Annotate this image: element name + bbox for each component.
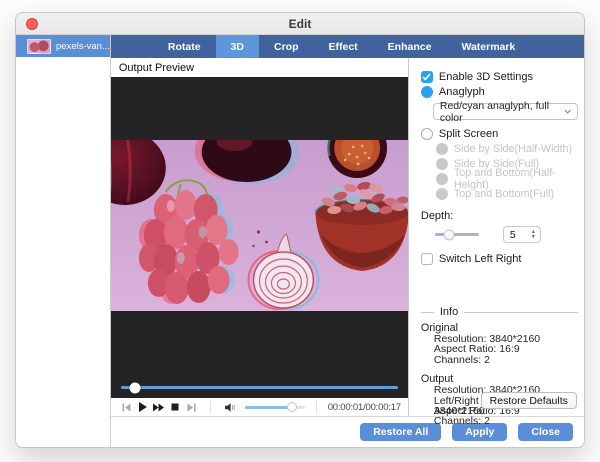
tab-3d[interactable]: 3D xyxy=(216,35,259,58)
anaglyph-radio[interactable] xyxy=(421,86,433,98)
volume-icon[interactable] xyxy=(222,400,238,414)
tab-enhance[interactable]: Enhance xyxy=(373,35,447,58)
settings-panel: Enable 3D Settings Anaglyph Red/cyan ana… xyxy=(409,58,585,416)
top-bottom-half-radio xyxy=(436,173,448,185)
depth-label: Depth: xyxy=(421,209,578,222)
chevron-down-icon xyxy=(564,109,571,114)
anaglyph-label: Anaglyph xyxy=(439,86,485,98)
stop-button[interactable] xyxy=(167,400,183,414)
volume-slider-fill xyxy=(245,406,291,409)
depth-slider[interactable] xyxy=(435,233,479,236)
enable-3d-label: Enable 3D Settings xyxy=(439,71,533,83)
volume-slider[interactable] xyxy=(245,406,304,409)
seek-bar[interactable] xyxy=(121,386,398,389)
depth-value: 5 xyxy=(504,229,527,241)
window-title: Edit xyxy=(289,17,312,31)
split-option-row: Side by Side(Half-Width) xyxy=(436,143,578,155)
anaglyph-mode-value: Red/cyan anaglyph, full color xyxy=(440,100,564,124)
tab-crop[interactable]: Crop xyxy=(259,35,314,58)
depth-slider-row: 5 ▲ ▼ xyxy=(435,226,578,243)
fast-forward-button[interactable] xyxy=(150,400,166,414)
sidebar-item-video[interactable]: pexels-van... xyxy=(16,35,110,57)
depth-slider-thumb[interactable] xyxy=(444,229,455,240)
screen: Edit pexels-van... Rotate 3D Crop Effect… xyxy=(0,0,600,462)
tab-watermark[interactable]: Watermark xyxy=(446,35,530,58)
original-channels: Channels: 2 xyxy=(434,355,578,365)
seek-thumb[interactable] xyxy=(129,382,140,393)
play-button[interactable] xyxy=(134,400,150,414)
split-screen-row: Split Screen xyxy=(421,127,578,140)
side-by-side-full-radio xyxy=(436,158,448,170)
transport-divider xyxy=(210,401,211,414)
file-sidebar: pexels-van... xyxy=(16,35,111,447)
previous-frame-button[interactable] xyxy=(118,400,134,414)
restore-all-button[interactable]: Restore All xyxy=(360,423,441,441)
side-by-side-half-radio xyxy=(436,143,448,155)
split-screen-label: Split Screen xyxy=(439,128,498,140)
transport-bar: 00:00:01/00:00:17 xyxy=(111,398,408,416)
info-title: Info xyxy=(440,306,458,318)
switch-left-right-row: Switch Left Right xyxy=(421,252,578,265)
side-by-side-half-label: Side by Side(Half-Width) xyxy=(454,143,572,155)
top-bottom-full-label: Top and Bottom(Full) xyxy=(454,188,554,200)
tab-bar: Rotate 3D Crop Effect Enhance Watermark xyxy=(111,35,584,58)
tab-effect[interactable]: Effect xyxy=(313,35,372,58)
depth-stepper[interactable]: 5 ▲ ▼ xyxy=(503,226,541,243)
video-viewport xyxy=(111,77,408,398)
volume-slider-thumb[interactable] xyxy=(287,402,297,412)
title-bar: Edit xyxy=(16,13,584,35)
top-bottom-full-radio xyxy=(436,188,448,200)
enable-3d-row: Enable 3D Settings xyxy=(421,70,578,83)
restore-defaults-button[interactable]: Restore Defaults xyxy=(481,392,577,409)
anaglyph-row: Anaglyph xyxy=(421,85,578,98)
video-thumbnail xyxy=(27,39,51,54)
switch-left-right-checkbox[interactable] xyxy=(421,253,433,265)
preview-panel: Output Preview xyxy=(111,58,409,416)
enable-3d-checkbox[interactable] xyxy=(421,71,433,83)
output-channels: Channels: 2 xyxy=(434,416,578,426)
preview-title: Output Preview xyxy=(111,58,408,77)
playback-time: 00:00:01/00:00:17 xyxy=(328,402,401,413)
next-frame-button[interactable] xyxy=(183,400,199,414)
edit-dialog: Edit pexels-van... Rotate 3D Crop Effect… xyxy=(15,12,585,448)
info-section-divider: Info xyxy=(421,306,578,318)
close-window-button[interactable] xyxy=(26,18,38,30)
anaglyph-mode-select[interactable]: Red/cyan anaglyph, full color xyxy=(433,103,578,120)
tab-rotate[interactable]: Rotate xyxy=(153,35,216,58)
video-frame-image xyxy=(111,140,408,311)
sidebar-item-label: pexels-van... xyxy=(56,41,110,52)
stepper-down-icon[interactable]: ▼ xyxy=(531,235,536,240)
switch-left-right-label: Switch Left Right xyxy=(439,253,522,265)
stepper-arrows[interactable]: ▲ ▼ xyxy=(527,230,540,239)
split-option-row: Top and Bottom(Half-Height) xyxy=(436,173,578,185)
transport-divider-2 xyxy=(316,401,317,414)
split-screen-radio[interactable] xyxy=(421,128,433,140)
